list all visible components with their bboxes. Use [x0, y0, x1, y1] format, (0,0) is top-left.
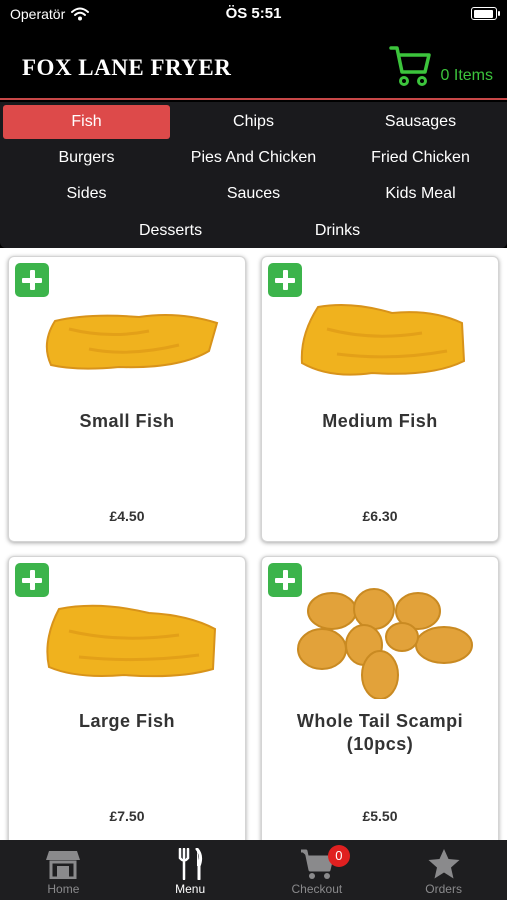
tab-checkout[interactable]: 0 Checkout	[254, 840, 381, 900]
product-price: £4.50	[109, 508, 145, 524]
product-name: Large Fish	[78, 711, 176, 731]
product-name: Small Fish	[79, 411, 175, 431]
add-to-cart-button[interactable]	[15, 563, 49, 597]
cart-icon[interactable]	[388, 44, 431, 88]
store-icon[interactable]	[45, 848, 81, 880]
category-sausages[interactable]: Sausages	[337, 105, 504, 139]
battered-fish-image	[300, 304, 466, 376]
battered-fish-image	[45, 314, 219, 370]
category-sides[interactable]: Sides	[3, 177, 170, 211]
app-title: FOX LANE FRYER	[22, 55, 232, 80]
product-grid: Small Fish £4.50 Medium Fish £6.30 Large…	[0, 248, 507, 840]
add-to-cart-button[interactable]	[15, 263, 49, 297]
product-price: £5.50	[362, 808, 398, 824]
category-desserts[interactable]: Desserts	[87, 214, 254, 248]
battery-icon	[471, 7, 500, 20]
battery-level	[473, 9, 493, 18]
header-cart[interactable]: 0 Items	[388, 44, 493, 88]
category-fried-chicken[interactable]: Fried Chicken	[337, 141, 504, 175]
cart-badge: 0	[327, 845, 350, 867]
tab-label: Home	[47, 882, 80, 896]
bottom-tab-bar: Home Menu 0 Checkout Orders	[0, 840, 507, 900]
fork-knife-icon[interactable]	[175, 848, 205, 880]
cart-item-count[interactable]: 0 Items	[441, 67, 493, 88]
category-pies-and-chicken[interactable]: Pies And Chicken	[170, 141, 337, 175]
product-card-whole-tail-scampi[interactable]: Whole Tail Scampi (10pcs) £5.50	[261, 556, 499, 840]
scampi-image	[297, 588, 473, 699]
category-chips[interactable]: Chips	[170, 105, 337, 139]
product-card-large-fish[interactable]: Large Fish £7.50	[8, 556, 246, 840]
status-bar: Operatör ÖS 5:51	[0, 0, 507, 30]
tab-home[interactable]: Home	[0, 840, 127, 900]
tab-label: Menu	[175, 882, 206, 896]
product-price: £7.50	[109, 808, 145, 824]
category-drinks[interactable]: Drinks	[254, 214, 421, 248]
battered-fish-image	[46, 604, 217, 678]
cart-icon[interactable]: 0	[300, 845, 350, 880]
tab-menu[interactable]: Menu	[127, 840, 254, 900]
status-time: ÖS 5:51	[225, 5, 282, 22]
add-to-cart-button[interactable]	[268, 263, 302, 297]
product-name: Medium Fish	[322, 411, 438, 431]
tab-label: Checkout	[291, 882, 343, 896]
product-price: £6.30	[362, 508, 398, 524]
category-burgers[interactable]: Burgers	[3, 141, 170, 175]
product-card-small-fish[interactable]: Small Fish £4.50	[8, 256, 246, 542]
category-sauces[interactable]: Sauces	[170, 177, 337, 211]
category-fish[interactable]: Fish	[3, 105, 170, 139]
tab-orders[interactable]: Orders	[380, 840, 507, 900]
app-header: FOX LANE FRYER 0 Items	[0, 30, 507, 100]
category-kids-meal[interactable]: Kids Meal	[337, 177, 504, 211]
product-name: Whole Tail Scampi (10pcs)	[296, 711, 464, 754]
tab-label: Orders	[425, 882, 462, 896]
category-menu: Fish Chips Sausages Burgers Pies And Chi…	[0, 102, 507, 248]
product-card-medium-fish[interactable]: Medium Fish £6.30	[261, 256, 499, 542]
star-icon[interactable]	[427, 848, 461, 880]
